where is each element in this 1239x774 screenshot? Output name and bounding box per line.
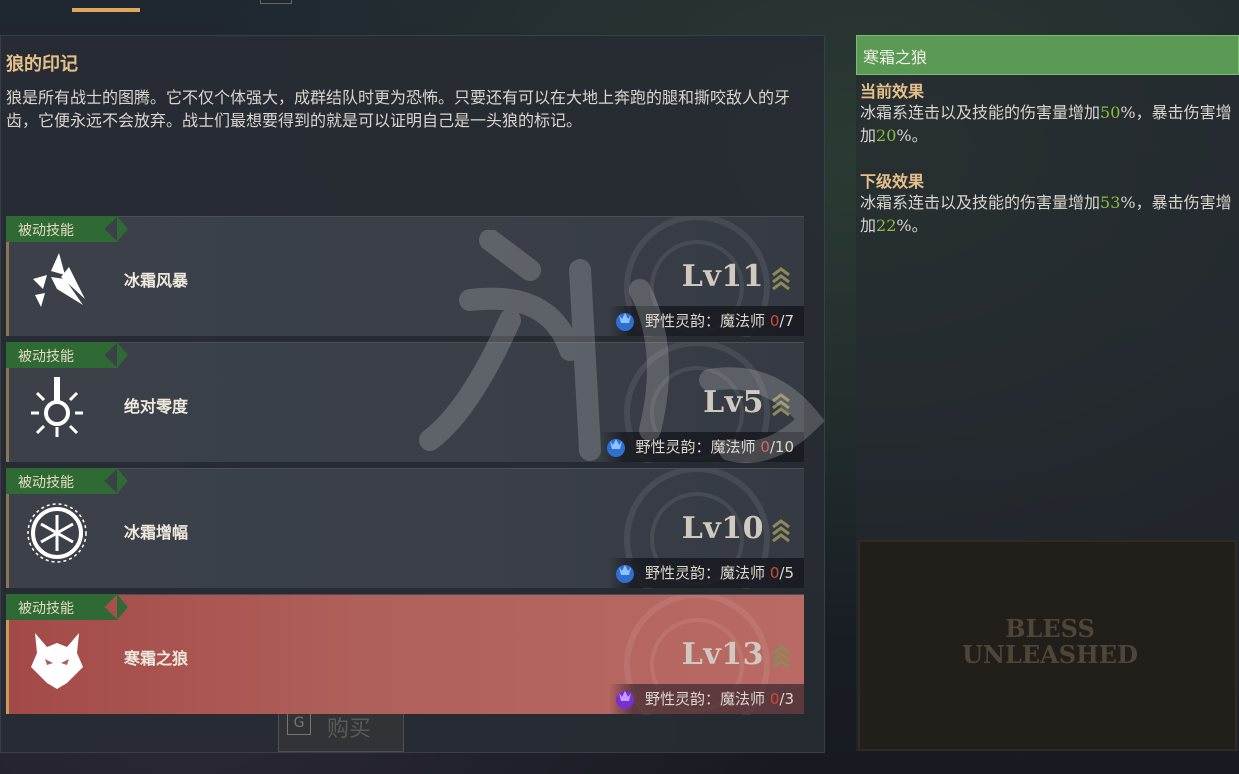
tag-label: 被动技能 xyxy=(18,601,74,617)
passive-skill-tag: 被动技能 xyxy=(6,342,118,368)
skill-row-absolute-zero[interactable]: 被动技能 绝对零度 Lv5 野性灵韵：魔法师 0/10 xyxy=(6,342,804,463)
effect-value: 50 xyxy=(1100,103,1121,122)
spirit-current: 0 xyxy=(769,312,780,330)
logo-line-2: UNLEASHED xyxy=(962,640,1138,669)
spirit-label: 野性灵韵：魔法师 xyxy=(635,438,756,456)
spirit-current: 0 xyxy=(769,690,780,708)
tag-label: 被动技能 xyxy=(18,223,74,239)
tag-notch xyxy=(117,342,128,368)
passive-skill-tag: 被动技能 xyxy=(6,468,118,494)
tag-label: 被动技能 xyxy=(18,349,74,365)
next-effect-title: 下级效果 xyxy=(860,172,925,191)
current-effect-title: 当前效果 xyxy=(860,82,925,101)
wild-spirit-icon xyxy=(616,313,635,331)
skill-level: Lv13 xyxy=(681,637,764,672)
spirit-label: 野性灵韵：魔法师 xyxy=(645,312,766,330)
skill-level: Lv11 xyxy=(681,259,764,294)
snowflake-ring-icon xyxy=(27,503,87,563)
shard-icon xyxy=(33,253,85,307)
top-tab-indicator[interactable] xyxy=(72,8,140,12)
logo-line-1: BLESS xyxy=(1005,614,1095,643)
wolf-head-icon xyxy=(31,633,83,689)
skill-row-frost-wolf[interactable]: 被动技能 寒霜之狼 Lv13 野性灵韵：魔法师 0/3 xyxy=(6,594,804,715)
spirit-label: 野性灵韵：魔法师 xyxy=(645,564,766,582)
top-tab-box[interactable] xyxy=(260,0,292,4)
effect-value: 53 xyxy=(1100,193,1121,212)
buy-label: 购买 xyxy=(327,717,372,742)
effect-text: 冰霜系连击以及技能的伤害量增加 xyxy=(860,193,1101,212)
tag-label: 被动技能 xyxy=(18,475,74,491)
level-up-chevrons-icon xyxy=(772,393,790,417)
level-up-chevrons-icon xyxy=(772,519,790,543)
current-effect-text: 冰霜系连击以及技能的伤害量增加50%，暴击伤害增加20%。 xyxy=(860,101,1238,147)
wild-spirit-counter: 野性灵韵：魔法师 0/10 xyxy=(599,432,804,462)
tag-notch xyxy=(117,468,128,494)
tag-notch xyxy=(117,594,128,620)
selected-skill-header: 寒霜之狼 xyxy=(856,35,1239,75)
skill-level: Lv5 xyxy=(703,385,764,420)
skill-name: 冰霜风暴 xyxy=(124,271,189,290)
effect-text: 冰霜系连击以及技能的伤害量增加 xyxy=(860,103,1101,122)
spirit-current: 0 xyxy=(769,564,780,582)
level-up-chevrons-icon xyxy=(772,267,790,291)
spirit-max: /5 xyxy=(779,564,794,582)
page-title: 狼的印记 xyxy=(6,54,78,75)
tag-notch xyxy=(117,216,128,242)
effect-value: 22 xyxy=(876,216,897,235)
spirit-max: /10 xyxy=(769,438,794,456)
next-effect-text: 冰霜系连击以及技能的伤害量增加53%，暴击伤害增加22%。 xyxy=(860,191,1238,237)
effect-text: %。 xyxy=(896,126,928,145)
skill-level: Lv10 xyxy=(681,511,764,546)
effect-value: 20 xyxy=(876,126,897,145)
sun-blade-icon xyxy=(31,377,83,437)
wild-spirit-icon xyxy=(606,439,625,457)
wild-spirit-counter: 野性灵韵：魔法师 0/3 xyxy=(609,684,804,714)
skill-name: 冰霜增幅 xyxy=(124,523,189,542)
effect-text: %。 xyxy=(896,216,928,235)
game-logo: BLESS UNLEASHED xyxy=(960,616,1140,668)
passive-skill-tag: 被动技能 xyxy=(6,216,118,242)
spirit-label: 野性灵韵：魔法师 xyxy=(645,690,766,708)
selected-skill-name: 寒霜之狼 xyxy=(863,48,928,67)
spirit-current: 0 xyxy=(760,438,770,456)
passive-skill-tag: 被动技能 xyxy=(6,594,118,620)
skill-preview-video[interactable]: BLESS UNLEASHED xyxy=(858,540,1237,751)
skill-name: 绝对零度 xyxy=(124,397,189,416)
spirit-max: /3 xyxy=(779,690,794,708)
skill-name: 寒霜之狼 xyxy=(124,649,189,668)
wild-spirit-icon xyxy=(616,691,635,709)
spirit-max: /7 xyxy=(779,312,794,330)
level-up-chevrons-icon xyxy=(772,645,790,669)
wild-spirit-counter: 野性灵韵：魔法师 0/7 xyxy=(609,306,804,336)
skill-row-frost-storm[interactable]: 被动技能 冰霜风暴 Lv11 野性灵韵：魔法师 0/7 xyxy=(6,216,804,337)
wild-spirit-icon xyxy=(616,565,635,583)
skill-row-frost-amplify[interactable]: 被动技能 冰霜增幅 Lv10 野性灵韵：魔法师 0/5 xyxy=(6,468,804,589)
page-description: 狼是所有战士的图腾。它不仅个体强大，成群结队时更为恐怖。只要还有可以在大地上奔跑… xyxy=(6,88,791,130)
wild-spirit-counter: 野性灵韵：魔法师 0/5 xyxy=(609,558,804,588)
gold-currency-icon: G xyxy=(287,711,311,735)
